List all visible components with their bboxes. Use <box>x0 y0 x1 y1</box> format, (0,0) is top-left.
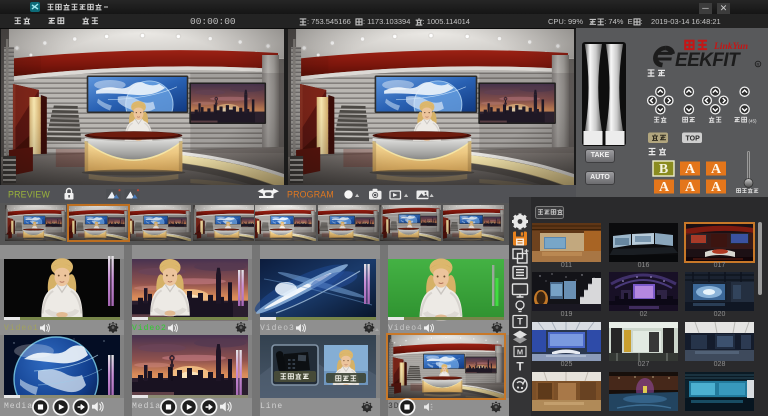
svg-text:T: T <box>517 317 523 327</box>
svg-text:PROGRAM: PROGRAM <box>287 190 334 200</box>
svg-text:T: T <box>516 360 524 374</box>
svg-text:Video2: Video2 <box>132 324 167 333</box>
svg-text:PREVIEW: PREVIEW <box>8 190 50 200</box>
svg-text:A: A <box>685 180 696 195</box>
svg-text:Video3: Video3 <box>260 324 295 333</box>
svg-text:Video1: Video1 <box>4 324 39 333</box>
svg-text:(45): (45) <box>749 119 758 124</box>
svg-text:A: A <box>711 180 722 195</box>
svg-text:A: A <box>711 162 722 177</box>
svg-text:A: A <box>685 162 696 177</box>
svg-text:R: R <box>757 62 760 67</box>
svg-text:EEKFIT: EEKFIT <box>675 50 741 71</box>
svg-text:B: B <box>659 162 668 177</box>
svg-text:A: A <box>659 180 670 195</box>
svg-text:3D: 3D <box>388 402 400 411</box>
svg-text:Line: Line <box>260 402 283 411</box>
svg-text:TOP: TOP <box>686 136 701 143</box>
svg-text:M: M <box>517 347 523 356</box>
svg-text:Video4: Video4 <box>388 324 423 333</box>
